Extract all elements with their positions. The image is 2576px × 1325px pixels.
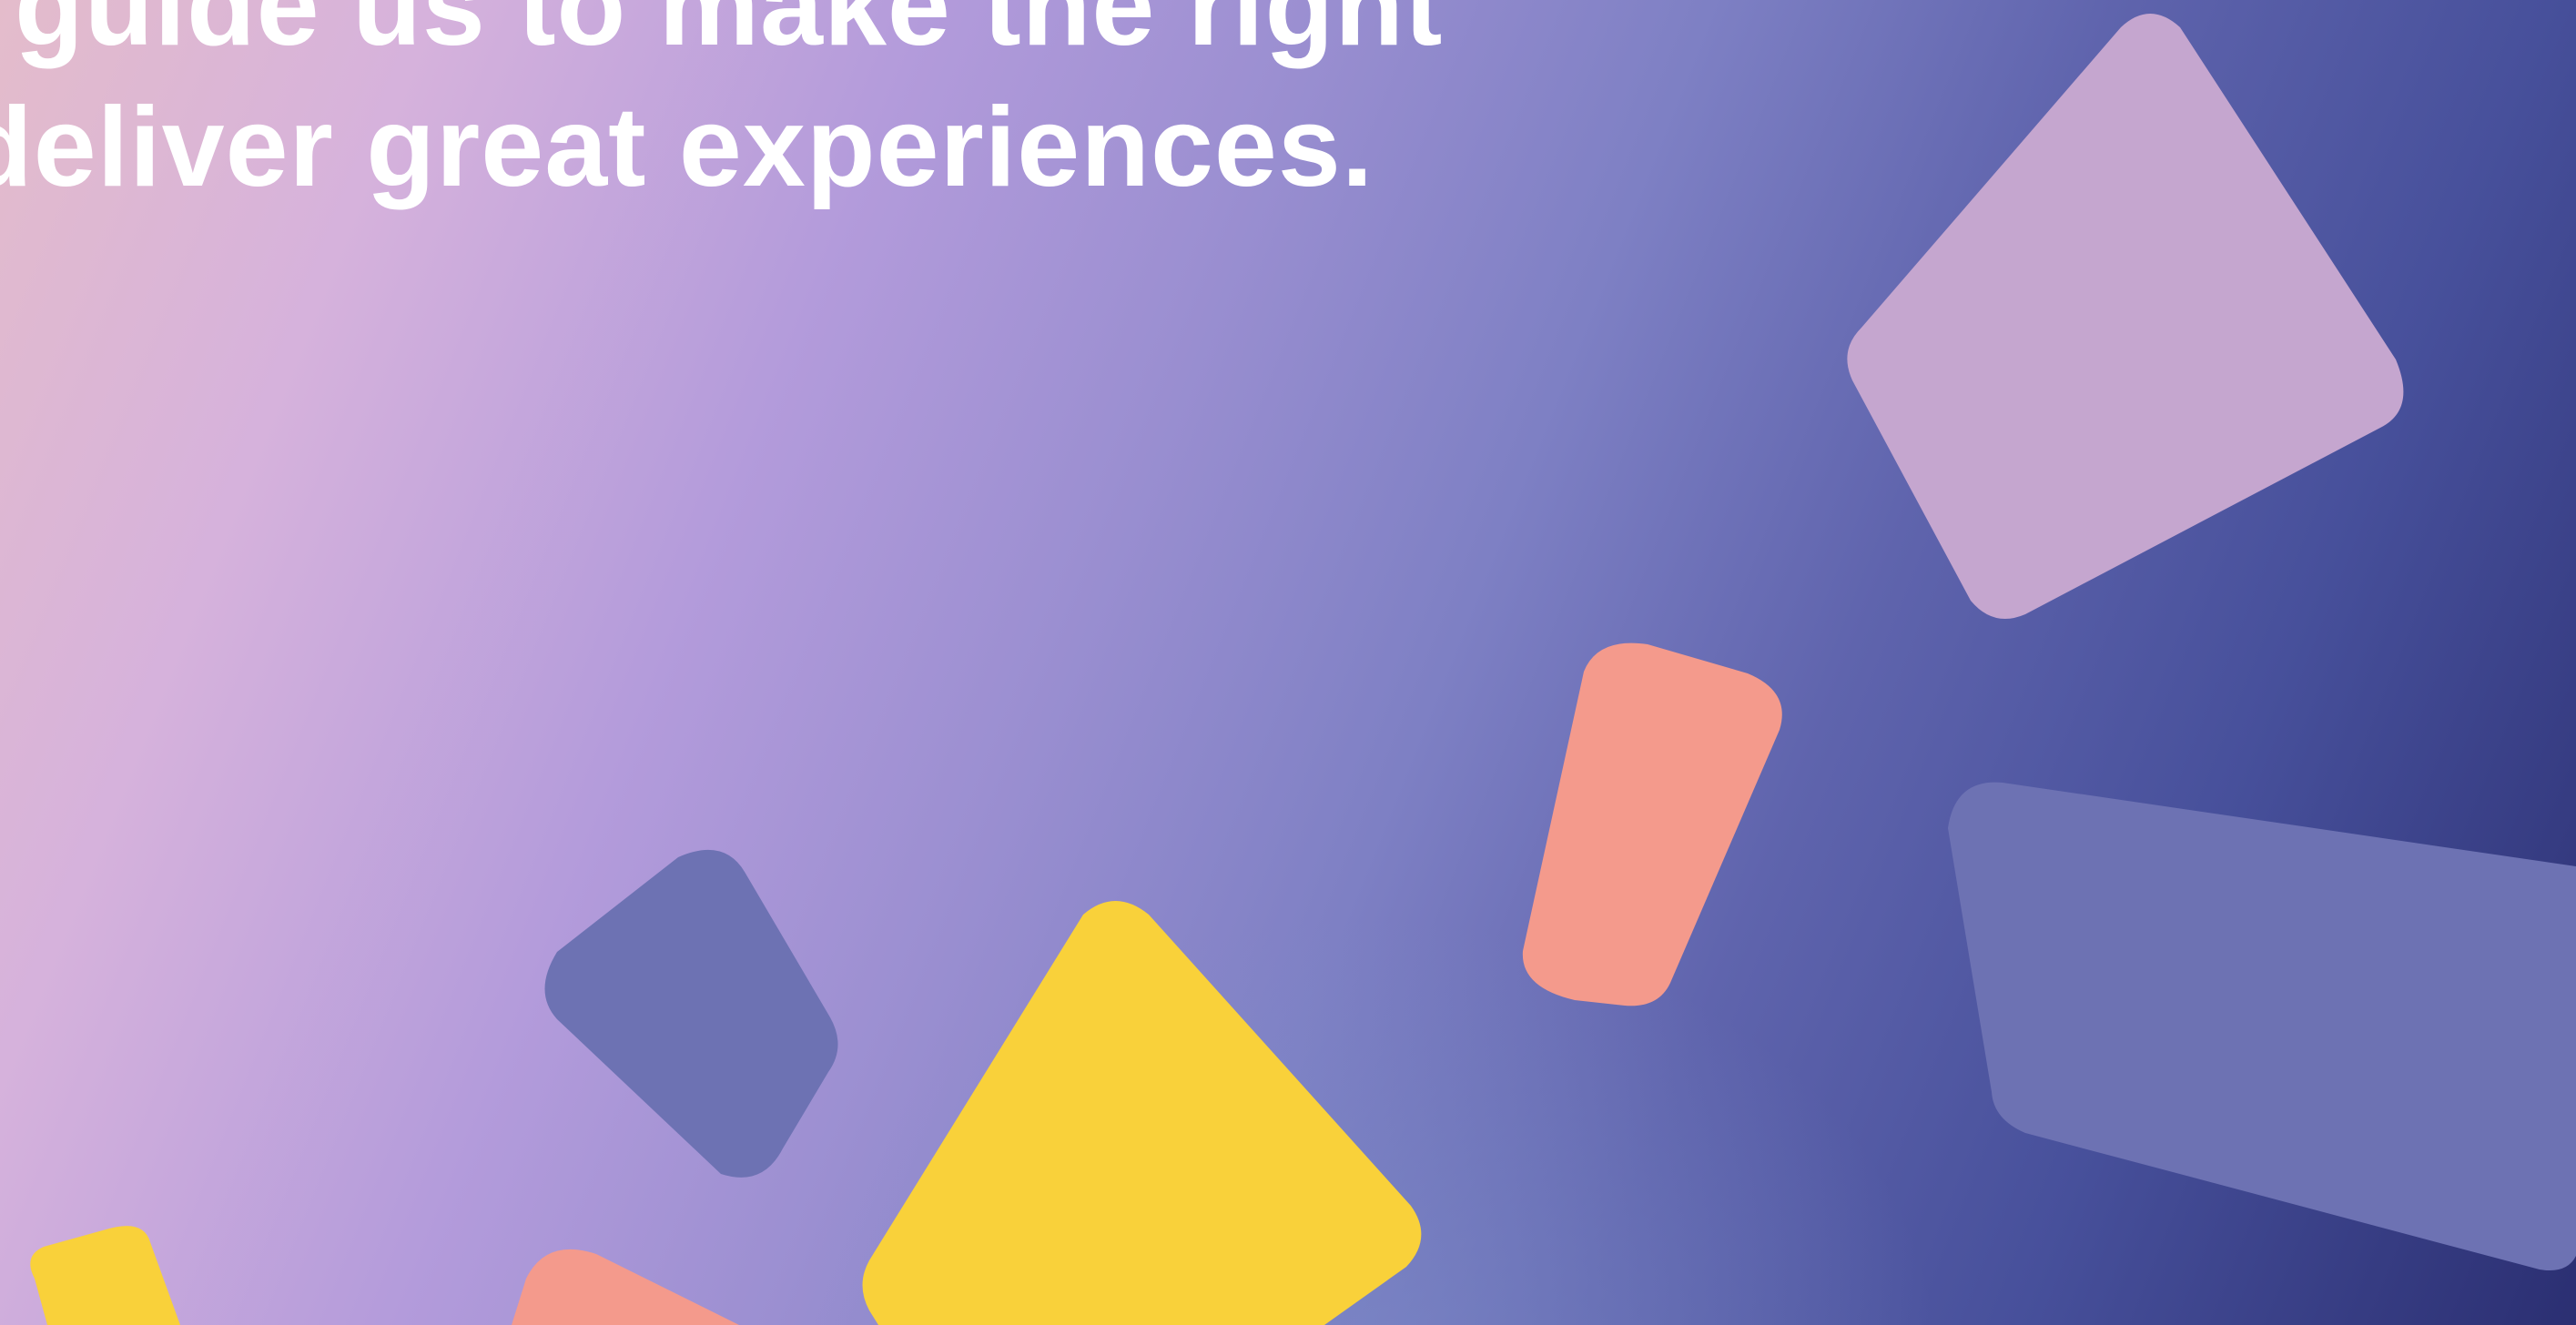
indigo-diamond-shape [544, 849, 838, 1178]
yellow-diamond-shape [862, 901, 1422, 1325]
headline-line-1: guide us to make the right [15, 0, 1444, 69]
salmon-corner-shape [512, 1249, 739, 1325]
yellow-corner-shape [30, 1226, 180, 1325]
salmon-card-shape [1522, 642, 1782, 1006]
hero-background: guide us to make the right deliver great… [0, 0, 2576, 1325]
hero-headline: guide us to make the right deliver great… [0, 0, 1511, 218]
indigo-panel-shape [1948, 782, 2576, 1270]
headline-line-2: deliver great experiences. [0, 85, 1374, 210]
lilac-diamond-shape [1847, 14, 2404, 619]
